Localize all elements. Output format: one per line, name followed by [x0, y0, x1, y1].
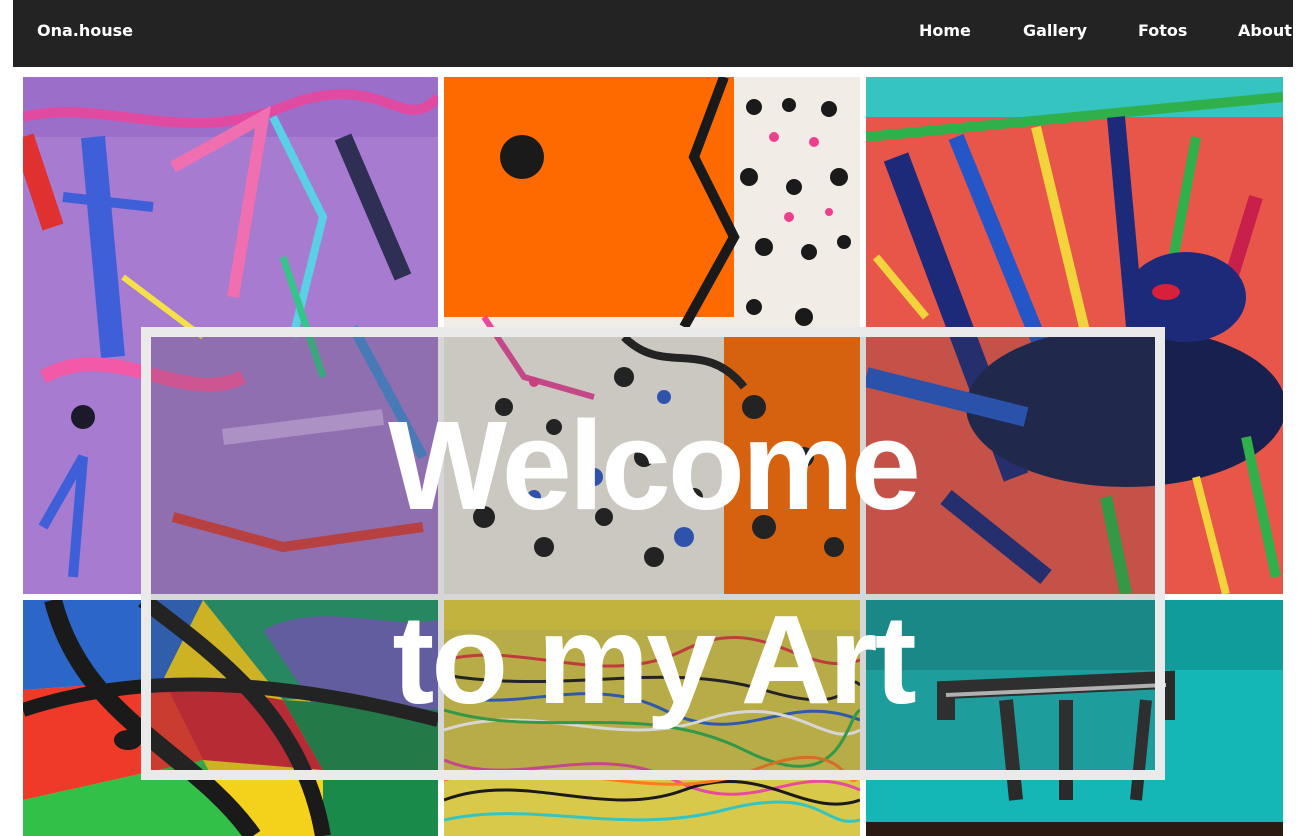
brand-link[interactable]: Ona.house [37, 21, 133, 40]
nav-links: Home Gallery Fotos About [873, 21, 1293, 45]
hero-frame: Welcome to my Art [141, 327, 1165, 780]
top-navbar: Ona.house Home Gallery Fotos About [13, 0, 1293, 67]
nav-home[interactable]: Home [919, 21, 971, 40]
nav-fotos[interactable]: Fotos [1138, 21, 1187, 40]
hero-title-line1: Welcome [388, 395, 921, 536]
hero-title-line2: to my Art [392, 589, 916, 730]
nav-gallery[interactable]: Gallery [1023, 21, 1087, 40]
nav-about[interactable]: About [1238, 21, 1292, 40]
